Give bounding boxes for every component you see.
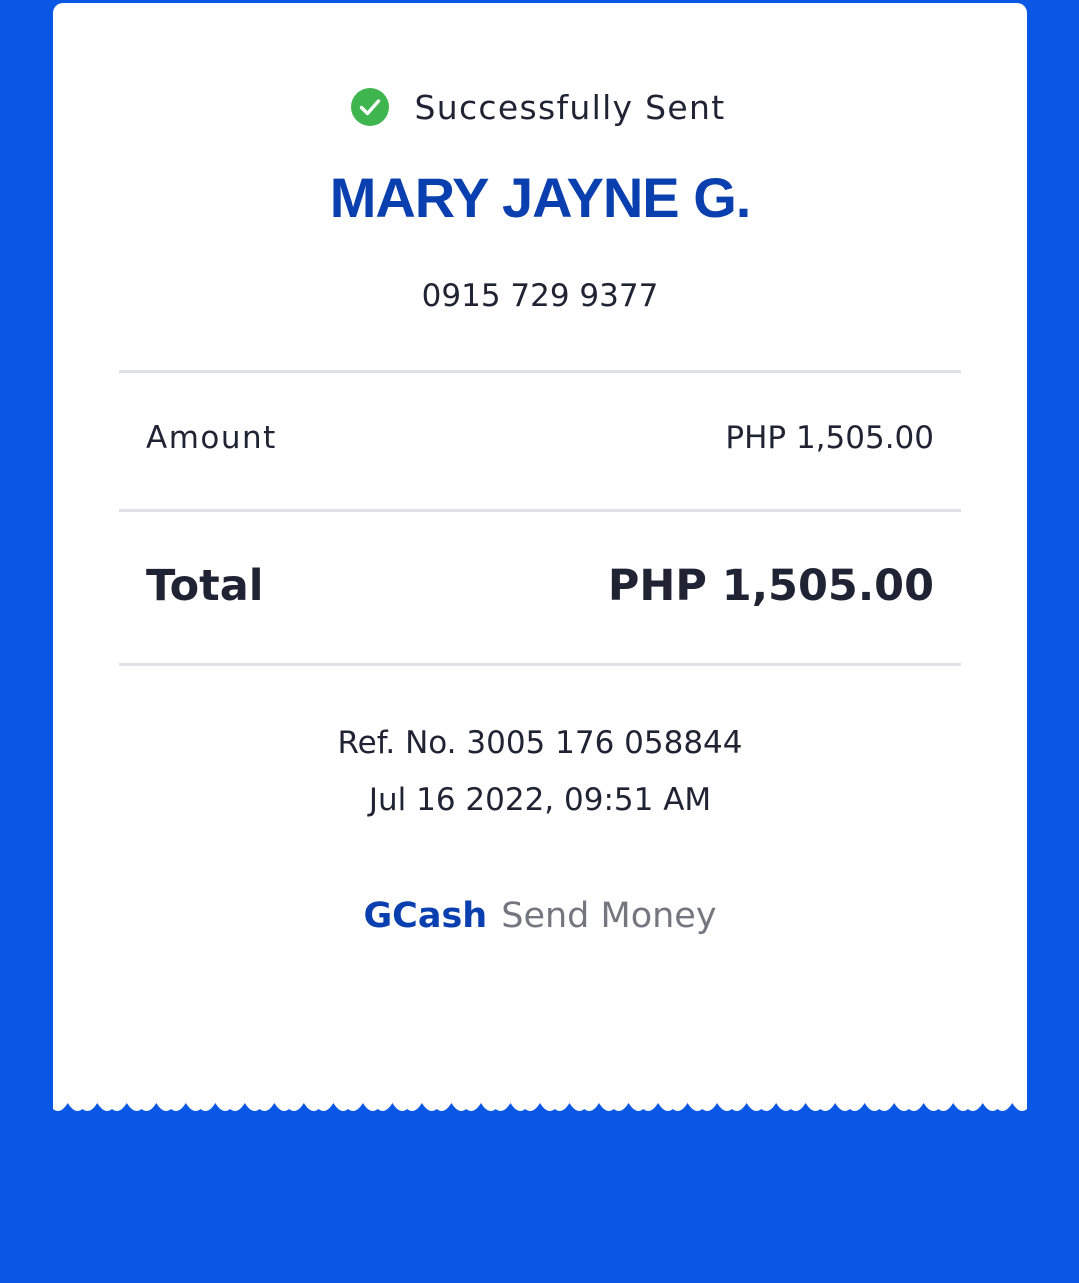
amount-value: PHP 1,505.00 <box>725 420 934 456</box>
reference-number: Ref. No. 3005 176 058844 <box>337 725 743 761</box>
divider <box>119 509 961 512</box>
brand-name: GCash <box>363 896 488 936</box>
amount-label: Amount <box>146 420 277 456</box>
status-text: Successfully Sent <box>414 87 726 127</box>
total-row: Total PHP 1,505.00 <box>146 557 934 615</box>
status-row: Successfully Sent <box>53 86 1027 128</box>
divider <box>119 370 961 373</box>
check-circle-icon <box>350 88 389 126</box>
recipient-number: 0915 729 9377 <box>421 278 659 314</box>
total-label: Total <box>146 561 264 611</box>
divider <box>119 663 961 666</box>
receipt-card: Successfully Sent MARY JAYNE G. 0915 729… <box>53 3 1027 1100</box>
receipt-torn-edge <box>53 1099 1027 1111</box>
total-value: PHP 1,505.00 <box>607 561 934 611</box>
transaction-datetime: Jul 16 2022, 09:51 AM <box>368 782 712 818</box>
footer-branding: GCash Send Money <box>53 896 1027 936</box>
amount-row: Amount PHP 1,505.00 <box>146 415 934 461</box>
service-name: Send Money <box>501 896 717 936</box>
recipient-name: MARY JAYNE G. <box>329 166 752 229</box>
